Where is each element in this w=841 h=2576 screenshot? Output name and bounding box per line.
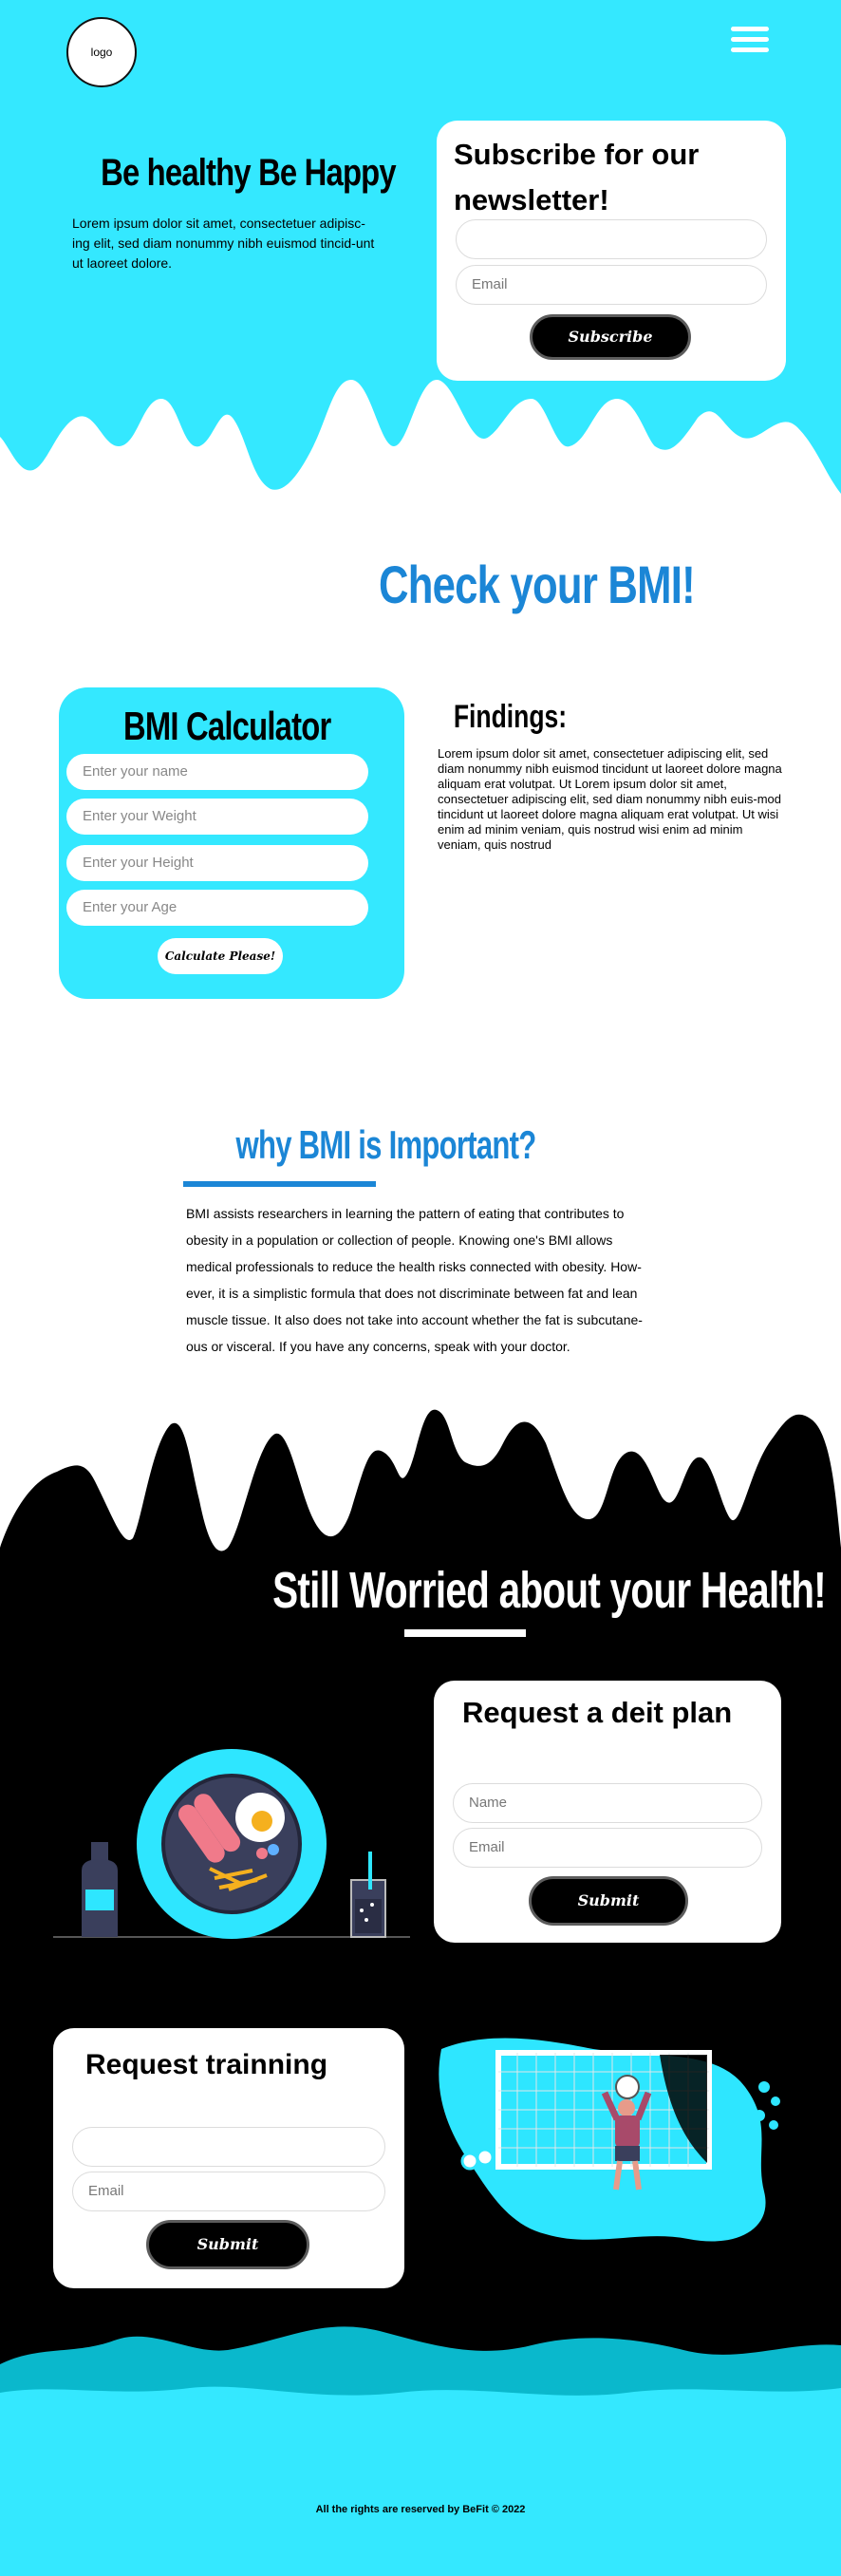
logo-text: logo [90, 46, 113, 59]
diet-plan-card: Request a deit plan Name Email Submit [434, 1681, 781, 1943]
diet-plan-title: Request a deit plan [462, 1696, 733, 1729]
calculate-button[interactable]: Calculate Please! [158, 938, 283, 974]
worried-title-underline [404, 1629, 526, 1637]
training-submit-button[interactable]: Submit [146, 2220, 309, 2269]
training-title: Request trainning [85, 2049, 328, 2080]
findings-title: Findings: [453, 699, 568, 735]
diet-food-illustration [53, 1749, 410, 1939]
weight-input[interactable]: Enter your Weight [66, 799, 368, 835]
newsletter-card: Subscribe for our newsletter! Email Subs… [437, 121, 786, 381]
bmi-heading: Check your BMI! [378, 555, 696, 614]
bmi-calculator-card: BMI Calculator Enter your name Enter you… [59, 687, 404, 999]
bmi-calculator-title: BMI Calculator [123, 704, 331, 748]
newsletter-name-input[interactable] [456, 219, 767, 259]
footer-copyright: All the rights are reserved by BeFit © 2… [315, 2504, 526, 2515]
height-input[interactable]: Enter your Height [66, 845, 368, 881]
diet-email-input[interactable]: Email [453, 1828, 762, 1868]
hamburger-menu-icon[interactable] [731, 27, 769, 53]
goalkeeper-illustration [439, 2038, 780, 2242]
diet-name-input[interactable]: Name [453, 1783, 762, 1823]
training-request-card: Request trainning Email Submit [53, 2028, 404, 2288]
newsletter-email-input[interactable]: Email [456, 265, 767, 305]
training-email-input[interactable]: Email [72, 2172, 385, 2211]
training-name-input[interactable] [72, 2127, 385, 2167]
hero-title: Be healthy Be Happy [101, 152, 397, 194]
findings-text: Lorem ipsum dolor sit amet, consectetuer… [438, 746, 782, 852]
subscribe-button[interactable]: Subscribe [530, 314, 691, 360]
why-bmi-title: why BMI is Important? [235, 1122, 537, 1167]
logo[interactable]: logo [66, 17, 137, 87]
hero-text: Lorem ipsum dolor sit amet, consectetuer… [72, 216, 375, 271]
diet-submit-button[interactable]: Submit [529, 1876, 688, 1926]
why-title-underline [183, 1181, 376, 1187]
name-input[interactable]: Enter your name [66, 754, 368, 790]
age-input[interactable]: Enter your Age [66, 890, 368, 926]
newsletter-title: Subscribe for our newsletter! [454, 138, 700, 216]
worried-title: Still Worried about your Health! [272, 1562, 827, 1619]
why-bmi-text: BMI assists researchers in learning the … [186, 1206, 643, 1354]
